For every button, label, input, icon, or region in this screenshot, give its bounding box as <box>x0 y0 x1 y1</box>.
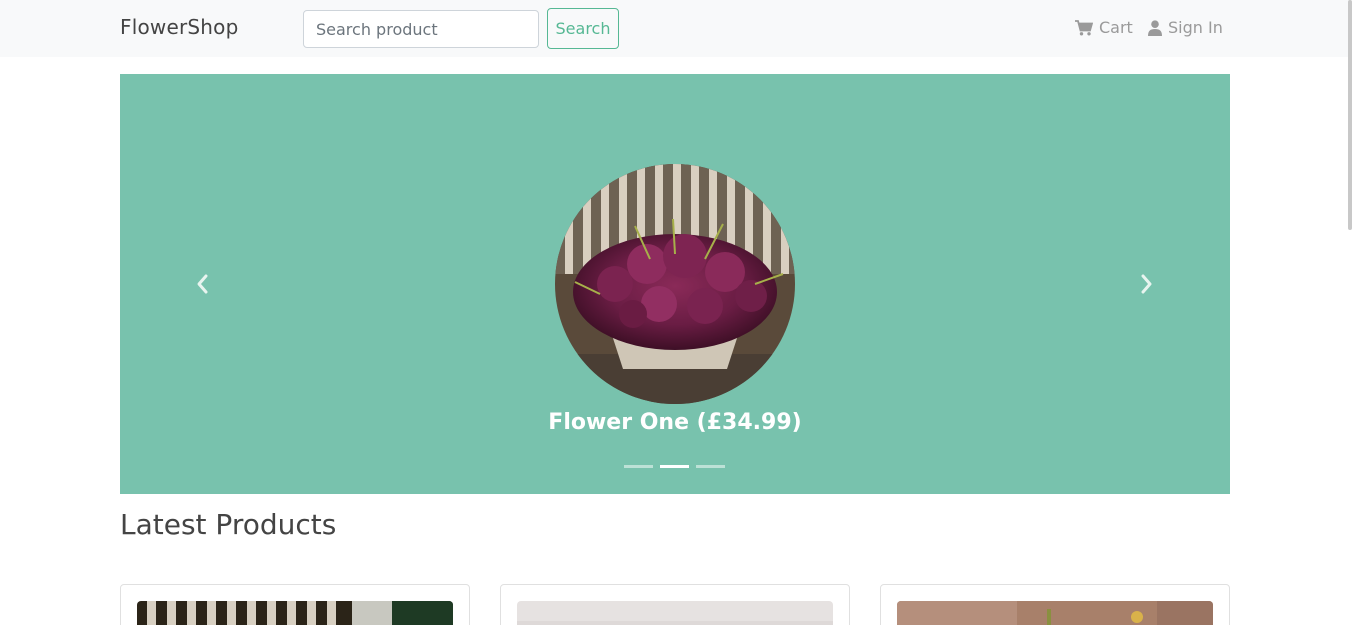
flower-one-image[interactable] <box>555 164 795 404</box>
navbar: FlowerShop Search Cart Sign In <box>0 0 1352 57</box>
cart-icon <box>1075 19 1093 36</box>
product-card[interactable] <box>120 584 470 625</box>
carousel-indicators <box>624 465 725 468</box>
user-icon <box>1148 19 1162 36</box>
carousel-indicator[interactable] <box>624 465 653 468</box>
product-carousel: Flower One (£34.99) <box>120 74 1230 494</box>
cart-label: Cart <box>1099 18 1133 37</box>
slide-caption: Flower One (£34.99) <box>548 410 802 435</box>
page-scrollbar[interactable] <box>1348 0 1352 230</box>
product-image[interactable] <box>517 601 833 625</box>
product-card[interactable] <box>500 584 850 625</box>
carousel-next-button[interactable] <box>1134 272 1158 296</box>
product-image[interactable] <box>897 601 1213 625</box>
carousel-indicator[interactable] <box>696 465 725 468</box>
nav-signin-link[interactable]: Sign In <box>1148 18 1223 37</box>
carousel-prev-button[interactable] <box>191 272 215 296</box>
chevron-right-icon <box>1134 274 1158 300</box>
brand-logo[interactable]: FlowerShop <box>120 15 238 39</box>
search-input[interactable] <box>303 10 539 48</box>
carousel-indicator[interactable] <box>660 465 689 468</box>
search-button[interactable]: Search <box>547 8 619 49</box>
product-card[interactable] <box>880 584 1230 625</box>
chevron-left-icon <box>191 274 215 300</box>
latest-products-heading: Latest Products <box>120 508 337 541</box>
product-image[interactable] <box>137 601 453 625</box>
signin-label: Sign In <box>1168 18 1223 37</box>
nav-cart-link[interactable]: Cart <box>1075 18 1133 37</box>
